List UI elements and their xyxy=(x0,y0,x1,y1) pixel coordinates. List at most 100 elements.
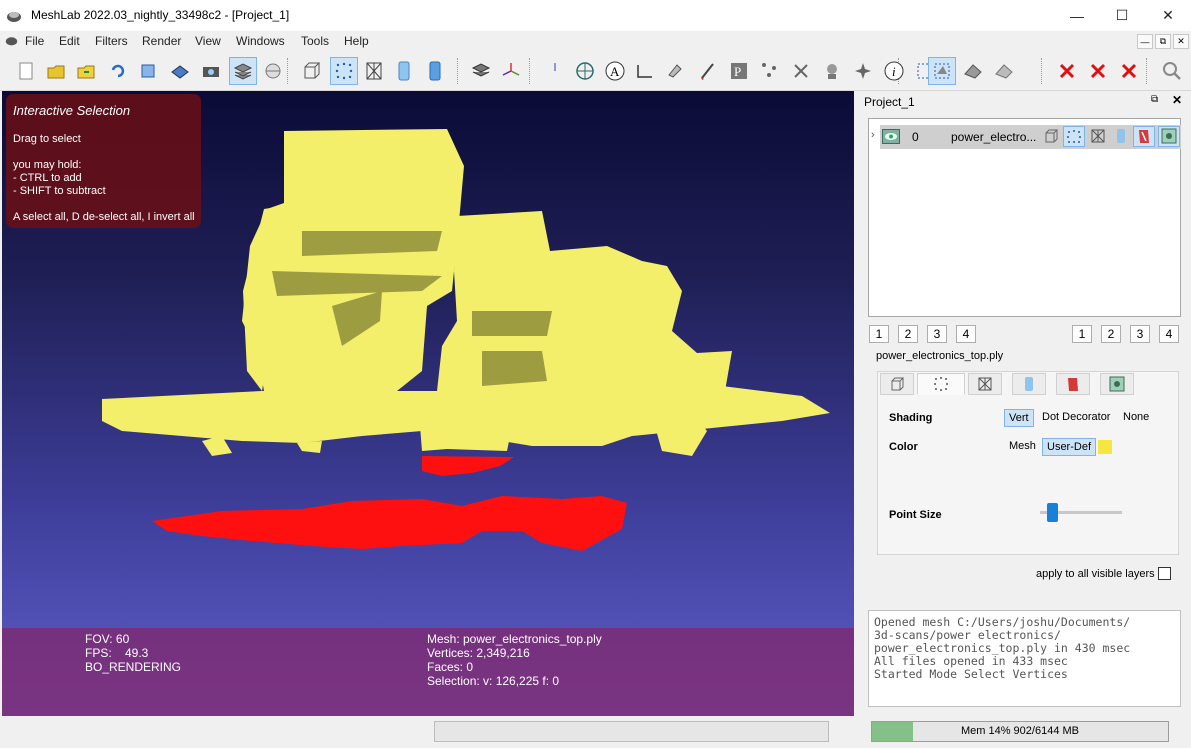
view-slot-left-2[interactable]: 2 xyxy=(898,325,918,343)
tab-decorators[interactable] xyxy=(1100,373,1134,395)
minimize-icon: — xyxy=(1070,7,1084,24)
render-properties-panel xyxy=(877,371,1179,555)
visibility-eye-icon[interactable] xyxy=(882,129,900,144)
undock-icon[interactable]: ⧉ xyxy=(1151,94,1158,105)
render-mode-readout: BO_RENDERING xyxy=(85,660,182,674)
point-size-label: Point Size xyxy=(889,509,942,521)
memory-usage-bar: Mem 14% 902/6144 MB xyxy=(871,721,1169,742)
close-button[interactable]: ✕ xyxy=(1145,0,1191,31)
ortho-axis-button[interactable] xyxy=(541,57,569,85)
view-slot-right-4[interactable]: 4 xyxy=(1159,325,1179,343)
view-slot-left-1[interactable]: 1 xyxy=(869,325,889,343)
texture-render-toggle[interactable] xyxy=(1133,126,1155,147)
view-slot-right-2[interactable]: 2 xyxy=(1101,325,1121,343)
export-mesh-button[interactable] xyxy=(166,57,194,85)
3d-viewport[interactable]: Interactive Selection Drag to select you… xyxy=(2,91,854,716)
menu-edit[interactable]: Edit xyxy=(59,34,80,48)
user-color-swatch[interactable] xyxy=(1098,440,1112,454)
view-slot-left-3[interactable]: 3 xyxy=(927,325,947,343)
brush-button[interactable] xyxy=(694,57,722,85)
bbox-render-button[interactable] xyxy=(298,57,326,85)
apply-all-layers-checkbox[interactable] xyxy=(1158,567,1171,580)
select-connected-button[interactable] xyxy=(959,57,987,85)
new-project-button[interactable] xyxy=(12,57,40,85)
menu-windows[interactable]: Windows xyxy=(236,34,285,48)
snapshot-button[interactable] xyxy=(197,57,225,85)
text-button[interactable]: A xyxy=(601,57,629,85)
tab-points[interactable] xyxy=(917,373,965,395)
measure-button[interactable] xyxy=(631,57,659,85)
view-slot-right-3[interactable]: 3 xyxy=(1130,325,1150,343)
paint-icon xyxy=(668,64,682,78)
import-mesh-button[interactable] xyxy=(72,57,100,85)
mdi-restore-button[interactable]: ⧉ xyxy=(1155,34,1171,49)
toolbar-separator xyxy=(529,58,531,84)
select-poly-button[interactable] xyxy=(990,57,1018,85)
progress-bar xyxy=(434,721,829,742)
points-render-button[interactable] xyxy=(330,57,358,85)
layer-list[interactable]: › 0 power_electro... xyxy=(868,118,1181,317)
fps-value: 49.3 xyxy=(125,646,149,660)
smooth-render-button[interactable] xyxy=(421,57,449,85)
tab-bbox[interactable] xyxy=(880,373,914,395)
close-icon[interactable]: ✕ xyxy=(1172,93,1182,107)
tab-wireframe[interactable] xyxy=(968,373,1002,395)
textures-button[interactable] xyxy=(259,57,287,85)
menu-file[interactable]: File xyxy=(25,34,44,48)
pick-button[interactable]: P xyxy=(725,57,753,85)
menu-filters[interactable]: Filters xyxy=(95,34,128,48)
log-window[interactable]: Opened mesh C:/Users/joshu/Documents/ 3d… xyxy=(868,610,1181,707)
menu-view[interactable]: View xyxy=(195,34,221,48)
color-mesh-option[interactable]: Mesh xyxy=(1005,438,1040,454)
bbox-render-icon[interactable] xyxy=(1043,128,1059,144)
paint-button[interactable] xyxy=(661,57,689,85)
menu-tools[interactable]: Tools xyxy=(301,34,329,48)
points-render-toggle[interactable] xyxy=(1063,126,1085,147)
delete-vertices-button[interactable] xyxy=(1053,57,1081,85)
point-picker-button[interactable] xyxy=(818,57,846,85)
layers-button[interactable] xyxy=(229,57,257,85)
layer-row[interactable]: 0 power_electro... xyxy=(880,125,1181,149)
shading-vert-option[interactable]: Vert xyxy=(1004,409,1034,427)
reload-all-button[interactable] xyxy=(134,57,162,85)
tab-solid[interactable] xyxy=(1012,373,1046,395)
menu-help[interactable]: Help xyxy=(344,34,369,48)
mdi-minimize-button[interactable]: — xyxy=(1137,34,1153,49)
select-faces-button[interactable] xyxy=(928,57,956,85)
view-slot-left-4[interactable]: 4 xyxy=(956,325,976,343)
mdi-close-button[interactable]: ✕ xyxy=(1173,34,1189,49)
flat-render-button[interactable] xyxy=(390,57,418,85)
manipulator-button[interactable] xyxy=(787,57,815,85)
delete-faces-button[interactable] xyxy=(1084,57,1112,85)
layers-icon xyxy=(233,63,253,80)
globe-button[interactable] xyxy=(571,57,599,85)
search-button[interactable] xyxy=(1158,57,1186,85)
minimize-button[interactable]: — xyxy=(1054,0,1100,31)
decorator-toggle[interactable] xyxy=(1158,126,1180,147)
smooth-render-icon[interactable] xyxy=(1113,128,1129,144)
shading-dot-decorator-option[interactable]: Dot Decorator xyxy=(1038,409,1114,425)
selection-help-line: - CTRL to add xyxy=(13,172,82,184)
tab-texture[interactable] xyxy=(1056,373,1090,395)
wireframe-render-button[interactable] xyxy=(360,57,388,85)
view-slot-right-1[interactable]: 1 xyxy=(1072,325,1092,343)
wireframe-render-icon[interactable] xyxy=(1090,128,1106,144)
fps-label: FPS: xyxy=(85,646,112,660)
expand-arrow-icon[interactable]: › xyxy=(871,129,875,141)
shading-none-option[interactable]: None xyxy=(1119,409,1153,425)
maximize-button[interactable]: ☐ xyxy=(1099,0,1145,31)
georef-button[interactable] xyxy=(849,57,877,85)
point-size-slider-handle[interactable] xyxy=(1047,503,1058,522)
delete-faces-icon xyxy=(1090,63,1106,79)
axis-icon xyxy=(502,63,520,76)
mdi-app-icon[interactable] xyxy=(4,34,19,47)
color-user-def-option[interactable]: User-Def xyxy=(1042,438,1097,456)
delete-all-button[interactable] xyxy=(1115,57,1143,85)
light-on-button[interactable] xyxy=(467,57,495,85)
open-project-button[interactable] xyxy=(42,57,70,85)
reload-button[interactable] xyxy=(104,57,132,85)
axis-button[interactable] xyxy=(497,57,525,85)
info-button[interactable]: i xyxy=(880,57,908,85)
menu-render[interactable]: Render xyxy=(142,34,181,48)
align-button[interactable] xyxy=(756,57,784,85)
